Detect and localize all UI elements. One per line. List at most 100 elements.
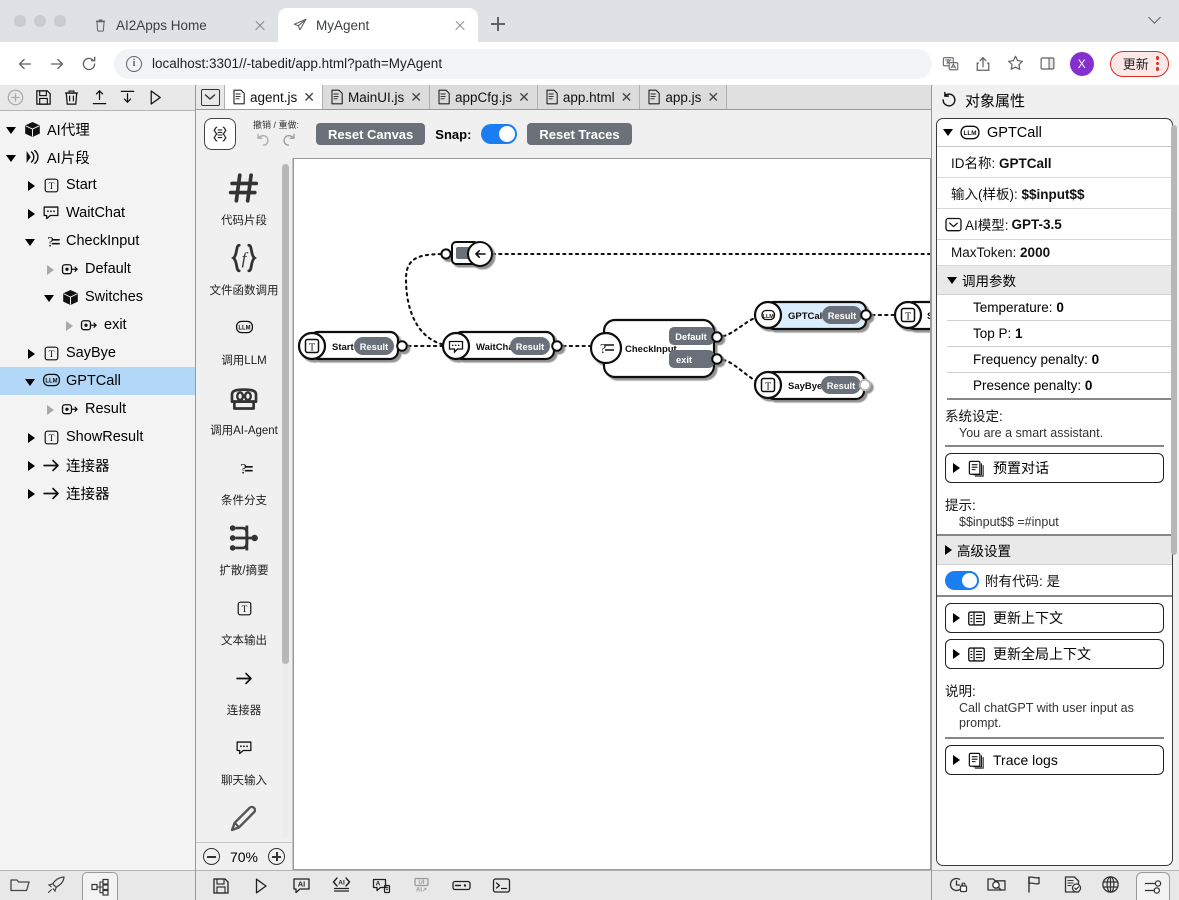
palette-item-文本输出[interactable]: T 文本输出 <box>208 586 280 648</box>
node-tree-icon[interactable] <box>82 872 118 900</box>
tree-item-WaitChat[interactable]: WaitChat <box>0 199 195 227</box>
ai-code-icon[interactable]: AI <box>330 875 352 897</box>
folder-icon[interactable] <box>8 873 32 897</box>
tree-expand-triangle-icon[interactable] <box>25 460 36 471</box>
ai-chat-icon[interactable]: AI <box>290 875 312 897</box>
run-icon[interactable] <box>250 875 272 897</box>
undo-icon[interactable] <box>255 131 272 148</box>
select-box-icon[interactable] <box>945 217 962 232</box>
search-folder-icon[interactable] <box>984 872 1008 896</box>
tree-item-GPTCall[interactable]: LLM GPTCall <box>0 367 195 395</box>
browser-tab-home[interactable]: AI2Apps Home <box>78 8 278 42</box>
tree-item-Default[interactable]: Default <box>0 255 195 283</box>
update-context-button[interactable]: 更新上下文 <box>945 603 1164 633</box>
expand-triangle-icon[interactable] <box>953 649 960 659</box>
tree-expand-triangle-icon[interactable] <box>44 292 55 303</box>
expand-triangle-icon[interactable] <box>953 755 960 765</box>
tree-expand-triangle-icon[interactable] <box>25 488 36 499</box>
prop-row-ai-model[interactable]: AI模型: GPT-3.5 <box>937 209 1172 240</box>
close-icon[interactable]: ✕ <box>619 89 633 106</box>
editor-tab-app.js[interactable]: app.js ✕ <box>640 85 728 109</box>
palette-item-代码片段[interactable]: 代码片段 <box>208 166 280 228</box>
avatar[interactable]: X <box>1069 51 1094 76</box>
expand-triangle-icon[interactable] <box>953 613 960 623</box>
collapse-triangle-icon[interactable] <box>947 276 957 284</box>
tree-expand-triangle-icon[interactable] <box>6 124 17 135</box>
reload-icon[interactable] <box>74 49 104 79</box>
reset-canvas-button[interactable]: Reset Canvas <box>316 123 426 145</box>
close-icon[interactable]: ✕ <box>705 89 719 106</box>
tree-item-ShowResult[interactable]: T ShowResult <box>0 423 195 451</box>
tree-expand-triangle-icon[interactable] <box>6 152 17 163</box>
zoom-out-icon[interactable] <box>202 848 220 865</box>
tree-expand-triangle-icon[interactable] <box>25 236 36 247</box>
rocket-icon[interactable] <box>44 873 68 897</box>
prop-row-input-template[interactable]: 输入(样板): $$input$$ <box>937 178 1172 209</box>
more-menu-icon[interactable] <box>1155 56 1159 71</box>
object-title-row[interactable]: LLM GPTCall <box>937 119 1172 147</box>
properties-scrollbar-thumb[interactable] <box>1171 125 1177 555</box>
palette-item-扩散/摘要[interactable]: 扩散/摘要 <box>208 516 280 578</box>
palette-item-聊天输入[interactable]: 聊天输入 <box>208 726 280 788</box>
prop-row-id[interactable]: ID名称: GPTCall <box>937 147 1172 178</box>
editor-tab-appCfg.js[interactable]: appCfg.js ✕ <box>430 85 538 109</box>
flow-graph-canvas[interactable]: T Start Result WaitChat Result ? CheckIn… <box>293 158 931 870</box>
param-row-topp[interactable]: Top P: 1 <box>947 321 1172 347</box>
tree-item-SayBye[interactable]: T SayBye <box>0 339 195 367</box>
collapse-triangle-icon[interactable] <box>943 129 953 136</box>
browser-tab-myagent[interactable]: MyAgent <box>278 8 478 42</box>
redo-icon[interactable] <box>280 131 297 148</box>
tree-item-exit[interactable]: exit <box>0 311 195 339</box>
palette-item-条件分支[interactable]: ? 条件分支 <box>208 446 280 508</box>
palette-item-调用AI-Agent[interactable]: 调用AI-Agent <box>208 376 280 438</box>
translate-icon[interactable] <box>942 55 960 73</box>
advanced-settings-header[interactable]: 高级设置 <box>937 536 1172 565</box>
refresh-icon[interactable] <box>940 91 958 109</box>
palette-item-连接器[interactable]: 连接器 <box>208 656 280 718</box>
close-icon[interactable]: ✕ <box>408 89 422 106</box>
update-button[interactable]: 更新 <box>1109 50 1169 77</box>
chevron-down-icon[interactable] <box>1149 14 1161 26</box>
tree-item-Start[interactable]: T Start <box>0 171 195 199</box>
check-doc-icon[interactable] <box>1060 872 1084 896</box>
tree-item-连接器[interactable]: 连接器 <box>0 451 195 479</box>
reset-traces-button[interactable]: Reset Traces <box>527 123 632 145</box>
ui-ai-icon[interactable]: UI AI↗ <box>410 875 432 897</box>
prop-row-maxtoken[interactable]: MaxToken: 2000 <box>937 240 1172 266</box>
param-row-temperature[interactable]: Temperature: 0 <box>947 295 1172 321</box>
settings-sliders-icon[interactable] <box>1136 872 1170 900</box>
share-icon[interactable] <box>974 55 992 73</box>
tree-item-Result[interactable]: Result <box>0 395 195 423</box>
close-icon[interactable] <box>252 17 268 33</box>
param-row-frequency-penalty[interactable]: Frequency penalty: 0 <box>947 347 1172 373</box>
back-arrow-icon[interactable] <box>10 49 40 79</box>
terminal-icon[interactable] <box>490 875 512 897</box>
system-prompt-row[interactable]: 系统设定: You are a smart assistant. <box>937 400 1172 442</box>
tree-expand-triangle-icon[interactable] <box>25 376 36 387</box>
server-icon[interactable] <box>450 875 472 897</box>
maximize-window-dot[interactable] <box>54 15 66 27</box>
tree-item-AI代理[interactable]: AI代理 <box>0 115 195 143</box>
trace-logs-button[interactable]: Trace logs <box>945 745 1164 775</box>
palette-scrollbar-thumb[interactable] <box>282 164 289 664</box>
run-icon[interactable] <box>145 88 165 108</box>
palette-item-文件函数调用[interactable]: f 文件函数调用 <box>208 236 280 298</box>
minimize-window-dot[interactable] <box>34 15 46 27</box>
tree-expand-triangle-icon[interactable] <box>25 348 36 359</box>
palette-item-调用LLM[interactable]: LLM 调用LLM <box>208 306 280 368</box>
sidepanel-icon[interactable] <box>1039 55 1056 72</box>
history-icon[interactable] <box>946 872 970 896</box>
tree-expand-triangle-icon[interactable] <box>25 432 36 443</box>
tree-expand-triangle-icon[interactable] <box>44 264 55 275</box>
ai-agent-icon[interactable]: A <box>370 875 392 897</box>
window-traffic-lights[interactable] <box>10 0 78 42</box>
attach-code-row[interactable]: 附有代码: 是 <box>937 565 1172 597</box>
update-global-context-button[interactable]: 更新全局上下文 <box>945 639 1164 669</box>
tree-expand-triangle-icon[interactable] <box>25 180 36 191</box>
site-info-icon[interactable]: i <box>126 55 142 72</box>
preset-dialog-button[interactable]: 预置对话 <box>945 453 1164 483</box>
param-row-presence-penalty[interactable]: Presence penalty: 0 <box>947 373 1172 400</box>
add-icon[interactable] <box>5 88 25 108</box>
bookmark-star-icon[interactable] <box>1006 54 1025 73</box>
close-icon[interactable]: ✕ <box>516 89 530 106</box>
